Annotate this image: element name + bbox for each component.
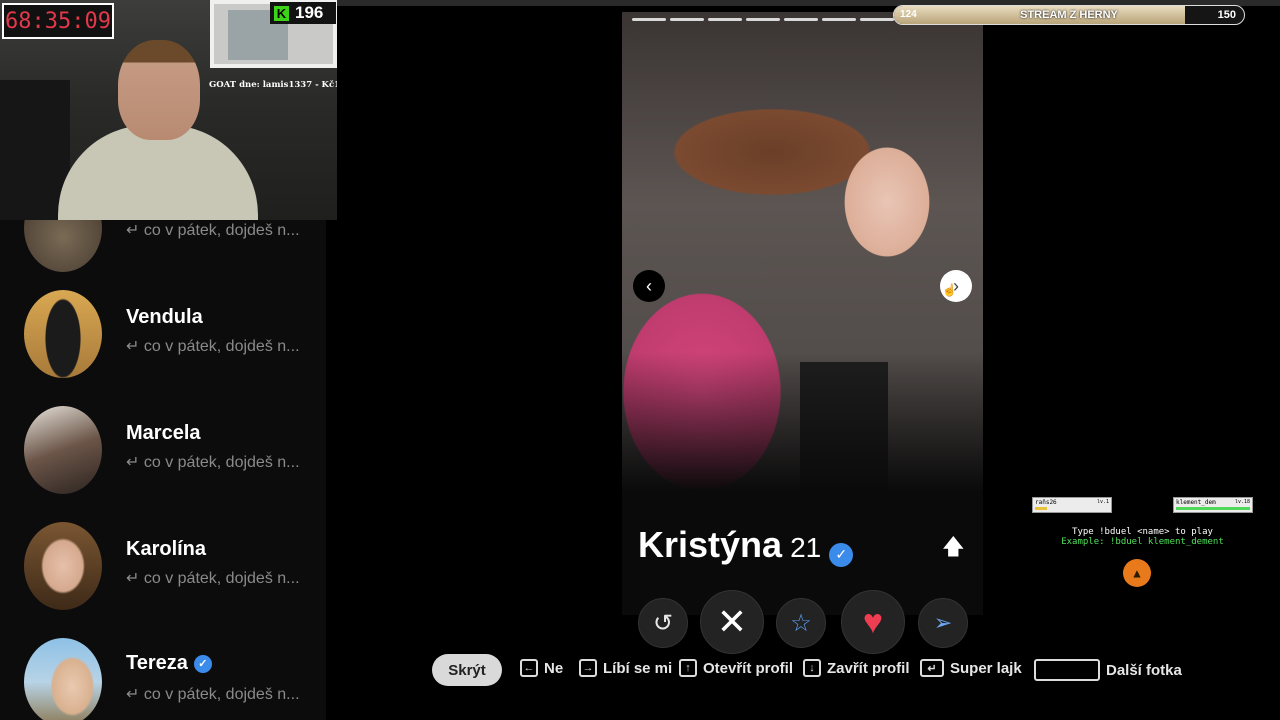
photo-gradient — [622, 352, 983, 492]
goat-of-day: GOAT dne: lamis1337 - Kč1500 — [209, 80, 337, 90]
photo-indicator — [632, 18, 666, 21]
reply-arrow-icon: ↵ — [126, 338, 140, 355]
shortcut-super-like: ↵ Super lajk — [920, 659, 1022, 677]
profile-photo[interactable] — [622, 12, 983, 492]
avatar — [24, 406, 102, 494]
down-key-icon: ↓ — [803, 659, 821, 677]
boost-button[interactable]: ➢ — [918, 598, 968, 648]
chat-item[interactable]: Tereza ✓ ↵ co v pátek, dojdeš n... — [0, 634, 326, 720]
reply-arrow-icon: ↵ — [126, 222, 140, 239]
player1-health: raňs26 lv.1 — [1032, 497, 1112, 513]
previous-photo-button[interactable]: ‹ — [633, 270, 665, 302]
chat-last-message: ↵ co v pátek, dojdeš n... — [126, 570, 300, 587]
chat-item[interactable]: Marcela ↵ co v pátek, dojdeš n... — [0, 402, 326, 518]
shortcut-open-profile: ↑ Otevřít profil — [679, 659, 793, 677]
nope-button[interactable]: ✕ — [700, 590, 764, 654]
match-chat-list: ↵ co v pátek, dojdeš n... Vendula ↵ co v… — [0, 220, 326, 720]
profile-age: 21 — [790, 532, 822, 563]
up-key-icon: ↑ — [679, 659, 697, 677]
stream-goal-bar: 124 STREAM Z HERNY 150 — [893, 5, 1245, 25]
shortcut-next-photo: Další fotka — [1034, 659, 1182, 681]
avatar — [24, 290, 102, 378]
right-key-icon: → — [579, 659, 597, 677]
webcam-feed: 68:35:09 K 196 GOAT dne: lamis1337 - Kč1… — [0, 0, 337, 220]
open-profile-arrow-icon[interactable]: 🡅 — [942, 530, 965, 568]
chat-item[interactable]: ↵ co v pátek, dojdeš n... — [0, 220, 326, 286]
hide-shortcuts-button[interactable]: Skrýt — [432, 654, 502, 686]
webcam-streamer-head — [118, 40, 200, 140]
verified-badge-icon: ✓ — [193, 654, 212, 673]
chat-name: Marcela — [126, 422, 201, 444]
kick-viewer-count: 196 — [295, 3, 324, 22]
photo-progress-bars — [632, 18, 894, 21]
pumpkin-sprite-icon: ▲ — [1123, 559, 1151, 587]
chat-last-message: ↵ co v pátek, dojdeš n... — [126, 222, 300, 239]
chat-item[interactable]: Vendula ↵ co v pátek, dojdeš n... — [0, 286, 326, 402]
chat-last-message: ↵ co v pátek, dojdeš n... — [126, 454, 300, 471]
chat-item[interactable]: Karolína ↵ co v pátek, dojdeš n... — [0, 518, 326, 634]
keyboard-shortcuts: Skrýt ← Ne → Líbí se mi ↑ Otevřít profil… — [432, 653, 1232, 687]
profile-name-row: Kristýna 21 ✓ — [638, 524, 854, 567]
chat-name: Vendula — [126, 306, 203, 328]
left-key-icon: ← — [520, 659, 538, 677]
photo-indicator — [822, 18, 856, 21]
reply-arrow-icon: ↵ — [126, 570, 140, 587]
super-like-button[interactable]: ☆ — [776, 598, 826, 648]
reply-arrow-icon: ↵ — [126, 686, 140, 703]
avatar — [24, 638, 102, 720]
photo-indicator — [784, 18, 818, 21]
avatar — [24, 220, 102, 272]
kick-viewers: K 196 — [270, 2, 336, 24]
verified-badge-icon: ✓ — [829, 542, 854, 567]
reply-arrow-icon: ↵ — [126, 454, 140, 471]
stream-goal-target: 150 — [1217, 9, 1236, 21]
chat-name: Tereza ✓ — [126, 652, 212, 675]
kick-logo-icon: K — [274, 5, 289, 21]
photo-indicator — [746, 18, 780, 21]
player1-hp-bar — [1035, 507, 1047, 510]
space-key-icon — [1034, 659, 1100, 681]
chat-last-message: ↵ co v pátek, dojdeš n... — [126, 686, 300, 703]
photo-indicator — [708, 18, 742, 21]
chat-name: Karolína — [126, 538, 207, 560]
shortcut-like: → Líbí se mi — [579, 659, 672, 677]
hand-cursor-icon: ☝ — [942, 283, 957, 297]
action-bar: ↺ ✕ ☆ ♥ ➢ — [636, 588, 976, 656]
chat-duel-widget: raňs26 lv.1 klement_dem lv.18 Type !bdue… — [1030, 495, 1255, 605]
stream-goal-label: STREAM Z HERNY — [1020, 9, 1118, 21]
profile-name: Kristýna — [638, 524, 783, 565]
chat-last-message: ↵ co v pátek, dojdeš n... — [126, 338, 300, 355]
shortcut-nope: ← Ne — [520, 659, 563, 677]
duel-example: Example: !bduel klement_dement — [1061, 537, 1224, 547]
enter-key-icon: ↵ — [920, 659, 944, 677]
rewind-button[interactable]: ↺ — [638, 598, 688, 648]
photo-indicator — [670, 18, 704, 21]
player2-health: klement_dem lv.18 — [1173, 497, 1253, 513]
photo-indicator — [860, 18, 894, 21]
avatar — [24, 522, 102, 610]
player2-hp-bar — [1176, 507, 1250, 510]
profile-card[interactable]: ‹ › Kristýna 21 ✓ 🡅 — [622, 12, 983, 615]
stream-timer: 68:35:09 — [2, 3, 114, 39]
shortcut-close-profile: ↓ Zavřít profil — [803, 659, 910, 677]
like-button[interactable]: ♥ — [841, 590, 905, 654]
duel-instructions: Type !bduel <name> to play — [1072, 527, 1213, 537]
